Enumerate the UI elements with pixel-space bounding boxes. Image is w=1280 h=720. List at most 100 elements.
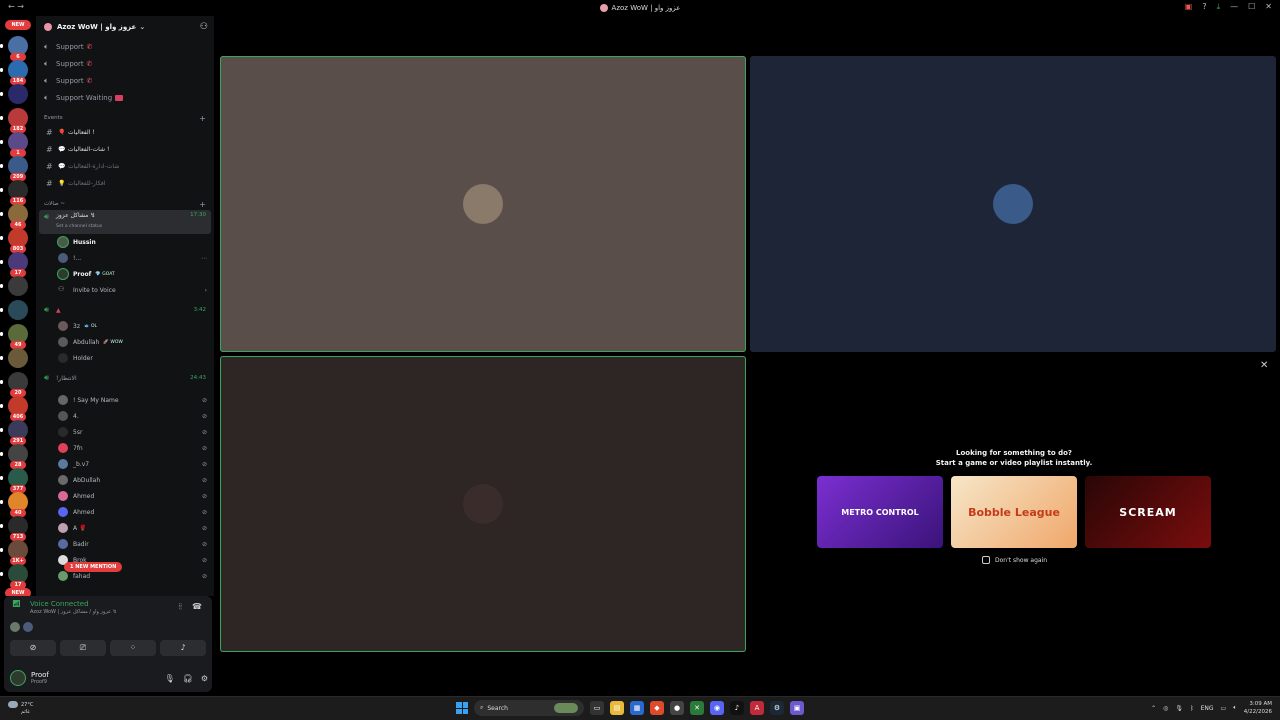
voice-channel-active[interactable]: 🔊︎ مشاكل عزوز ↯ 17:30 Set a channel stat… (39, 210, 211, 234)
language-indicator[interactable]: ENG (1201, 705, 1214, 712)
server-icon[interactable] (0, 276, 28, 296)
microphone-icon[interactable]: 🎙︎ (165, 674, 175, 683)
activity-card-scream[interactable]: SCREAM (1085, 476, 1211, 548)
voice-member[interactable]: Proof 💎 GOAT (36, 266, 214, 282)
voice-member[interactable]: Hussin (36, 234, 214, 250)
steam-icon[interactable]: ⚙ (770, 701, 784, 715)
avatar[interactable] (10, 670, 26, 686)
activities-icon[interactable]: ⁘ (110, 640, 156, 656)
category-voice[interactable]: صالات ~ + (36, 198, 214, 210)
text-channel[interactable]: # 🎈 الفعاليات ! (36, 124, 214, 141)
clock[interactable]: 3:09 AM 4/22/2026 (1244, 700, 1272, 716)
checkbox[interactable] (982, 556, 990, 564)
taskbar-search[interactable]: ⌕ Search (474, 700, 584, 716)
text-channel[interactable]: # 💬 شات-ادارة-الفعاليات (36, 158, 214, 175)
download-icon[interactable]: ⤓ (1217, 2, 1221, 12)
add-channel-icon[interactable]: + (199, 200, 206, 209)
video-tile[interactable] (750, 56, 1276, 352)
tiktok-icon[interactable]: ♪ (730, 701, 744, 715)
xbox-icon[interactable]: ✕ (690, 701, 704, 715)
voice-member[interactable]: 7fn ⊘ (36, 440, 214, 456)
task-view-icon[interactable]: ▭ (590, 701, 604, 715)
video-tile[interactable] (220, 356, 746, 652)
server-icon[interactable] (0, 348, 28, 368)
help-icon[interactable]: ? (1202, 2, 1206, 12)
server-icon[interactable]: 209 (0, 156, 28, 181)
dont-show-again[interactable]: Don't show again (982, 556, 1047, 564)
server-icon[interactable]: 803 (0, 228, 28, 253)
github-icon[interactable]: ● (670, 701, 684, 715)
server-icon[interactable]: 20 (0, 372, 28, 397)
add-channel-icon[interactable]: + (199, 114, 206, 123)
volume-icon[interactable]: 🔈︎ (1233, 704, 1237, 712)
voice-member[interactable]: AbDullah ⊘ (36, 472, 214, 488)
store-icon[interactable]: ▦ (630, 701, 644, 715)
server-icon[interactable]: 184 (0, 60, 28, 85)
server-icon[interactable]: 17 (0, 252, 28, 277)
server-icon[interactable]: 49 (0, 324, 28, 349)
server-icon[interactable]: 116 (0, 180, 28, 205)
voice-channel-support[interactable]: 🔈︎ Support ✆ (36, 55, 214, 72)
activity-card-bobble-league[interactable]: Bobble League (951, 476, 1077, 548)
voice-connected-label[interactable]: Voice Connected (30, 600, 89, 608)
voice-member[interactable]: Badir ⊘ (36, 536, 214, 552)
voice-member[interactable]: Ahmed ⊘ (36, 504, 214, 520)
server-icon[interactable]: 28 (0, 444, 28, 469)
minimize-icon[interactable]: — (1230, 2, 1238, 12)
bluetooth-icon[interactable]: ᛒ (1190, 705, 1194, 712)
voice-member[interactable]: A 🌹 ⊘ (36, 520, 214, 536)
discord-icon[interactable]: ◉ (710, 701, 724, 715)
server-icon[interactable]: 1K+ (0, 540, 28, 565)
activity-card-metro-control[interactable]: METRO CONTROL (817, 476, 943, 548)
gear-icon[interactable]: ⚙ (201, 674, 208, 683)
soundboard-icon[interactable]: ♪ (160, 640, 206, 656)
voice-member[interactable]: 3z 🐟 OL (36, 318, 214, 334)
new-mention-pill[interactable]: 1 NEW MENTION (64, 562, 123, 572)
voice-member[interactable]: fahad ⊘ (36, 568, 214, 584)
invite-to-voice[interactable]: ⚇ Invite to Voice › (36, 282, 214, 298)
camera-off-icon[interactable]: ⊘ (10, 640, 56, 656)
server-icon[interactable]: 182 (0, 108, 28, 133)
voice-member[interactable]: Ahmed ⊘ (36, 488, 214, 504)
voice-member[interactable]: !... ⋯ (36, 250, 214, 266)
text-channel[interactable]: # 💡 افكار-للفعاليات (36, 175, 214, 192)
channel-status[interactable]: Set a channel status (56, 224, 102, 229)
server-icon[interactable]: 406 (0, 396, 28, 421)
server-icon[interactable] (0, 84, 28, 104)
user-info[interactable]: Proof Proof9 (31, 671, 49, 685)
server-icon[interactable]: 1 (0, 132, 28, 157)
server-icon[interactable]: 6 (0, 36, 28, 61)
server-icon[interactable]: 713 (0, 516, 28, 541)
server-icon[interactable]: 40 (0, 492, 28, 517)
voice-member[interactable]: 5sr ⊘ (36, 424, 214, 440)
server-icon[interactable]: 17 (0, 564, 28, 589)
voice-member[interactable]: Holder (36, 350, 214, 366)
new-servers-pill[interactable]: NEW (5, 588, 31, 596)
screen-share-icon[interactable]: ⎚ (60, 640, 106, 656)
app-icon[interactable]: ▣ (790, 701, 804, 715)
category-events[interactable]: Events + (36, 112, 214, 124)
server-icon[interactable]: 291 (0, 420, 28, 445)
brave-browser-icon[interactable]: ◆ (650, 701, 664, 715)
voice-member[interactable]: 4. ⊘ (36, 408, 214, 424)
inbox-icon[interactable]: ▣ (1185, 2, 1193, 12)
new-servers-pill[interactable]: NEW (5, 20, 31, 30)
voice-member[interactable]: Brok ⊘ (36, 552, 214, 568)
voice-member[interactable]: Abdullah 🚀 WOW (36, 334, 214, 350)
voice-member[interactable]: ! Say My Name ⊘ (36, 392, 214, 408)
headphones-icon[interactable]: 🎧︎ (183, 674, 193, 683)
windows-start-icon[interactable] (456, 702, 468, 714)
back-arrow-icon[interactable]: ← → (8, 2, 24, 11)
noise-suppression-icon[interactable]: ⦙⦙ (178, 602, 182, 612)
tray-app-icon[interactable]: ◎ (1163, 705, 1168, 712)
network-icon[interactable]: ▭ (1221, 705, 1227, 712)
voice-connected-channel[interactable]: Azoz WoW | عزوز واو / مشاكل عزوز ↯ (30, 609, 117, 615)
server-icon[interactable]: 377 (0, 468, 28, 493)
server-icon[interactable]: 46 (0, 204, 28, 229)
voice-channel-support-waiting[interactable]: 🔈︎ Support Waiting (36, 89, 214, 106)
voice-channel-support[interactable]: 🔈︎ Support ✆ (36, 72, 214, 89)
server-header[interactable]: Azoz WoW | عزوز واو ⌄ ⚇ (36, 16, 214, 38)
voice-channel-2[interactable]: 🔊︎ ▲ 3:42 (36, 302, 214, 318)
disconnect-icon[interactable]: ☎ (192, 602, 202, 612)
adobe-icon[interactable]: A (750, 701, 764, 715)
